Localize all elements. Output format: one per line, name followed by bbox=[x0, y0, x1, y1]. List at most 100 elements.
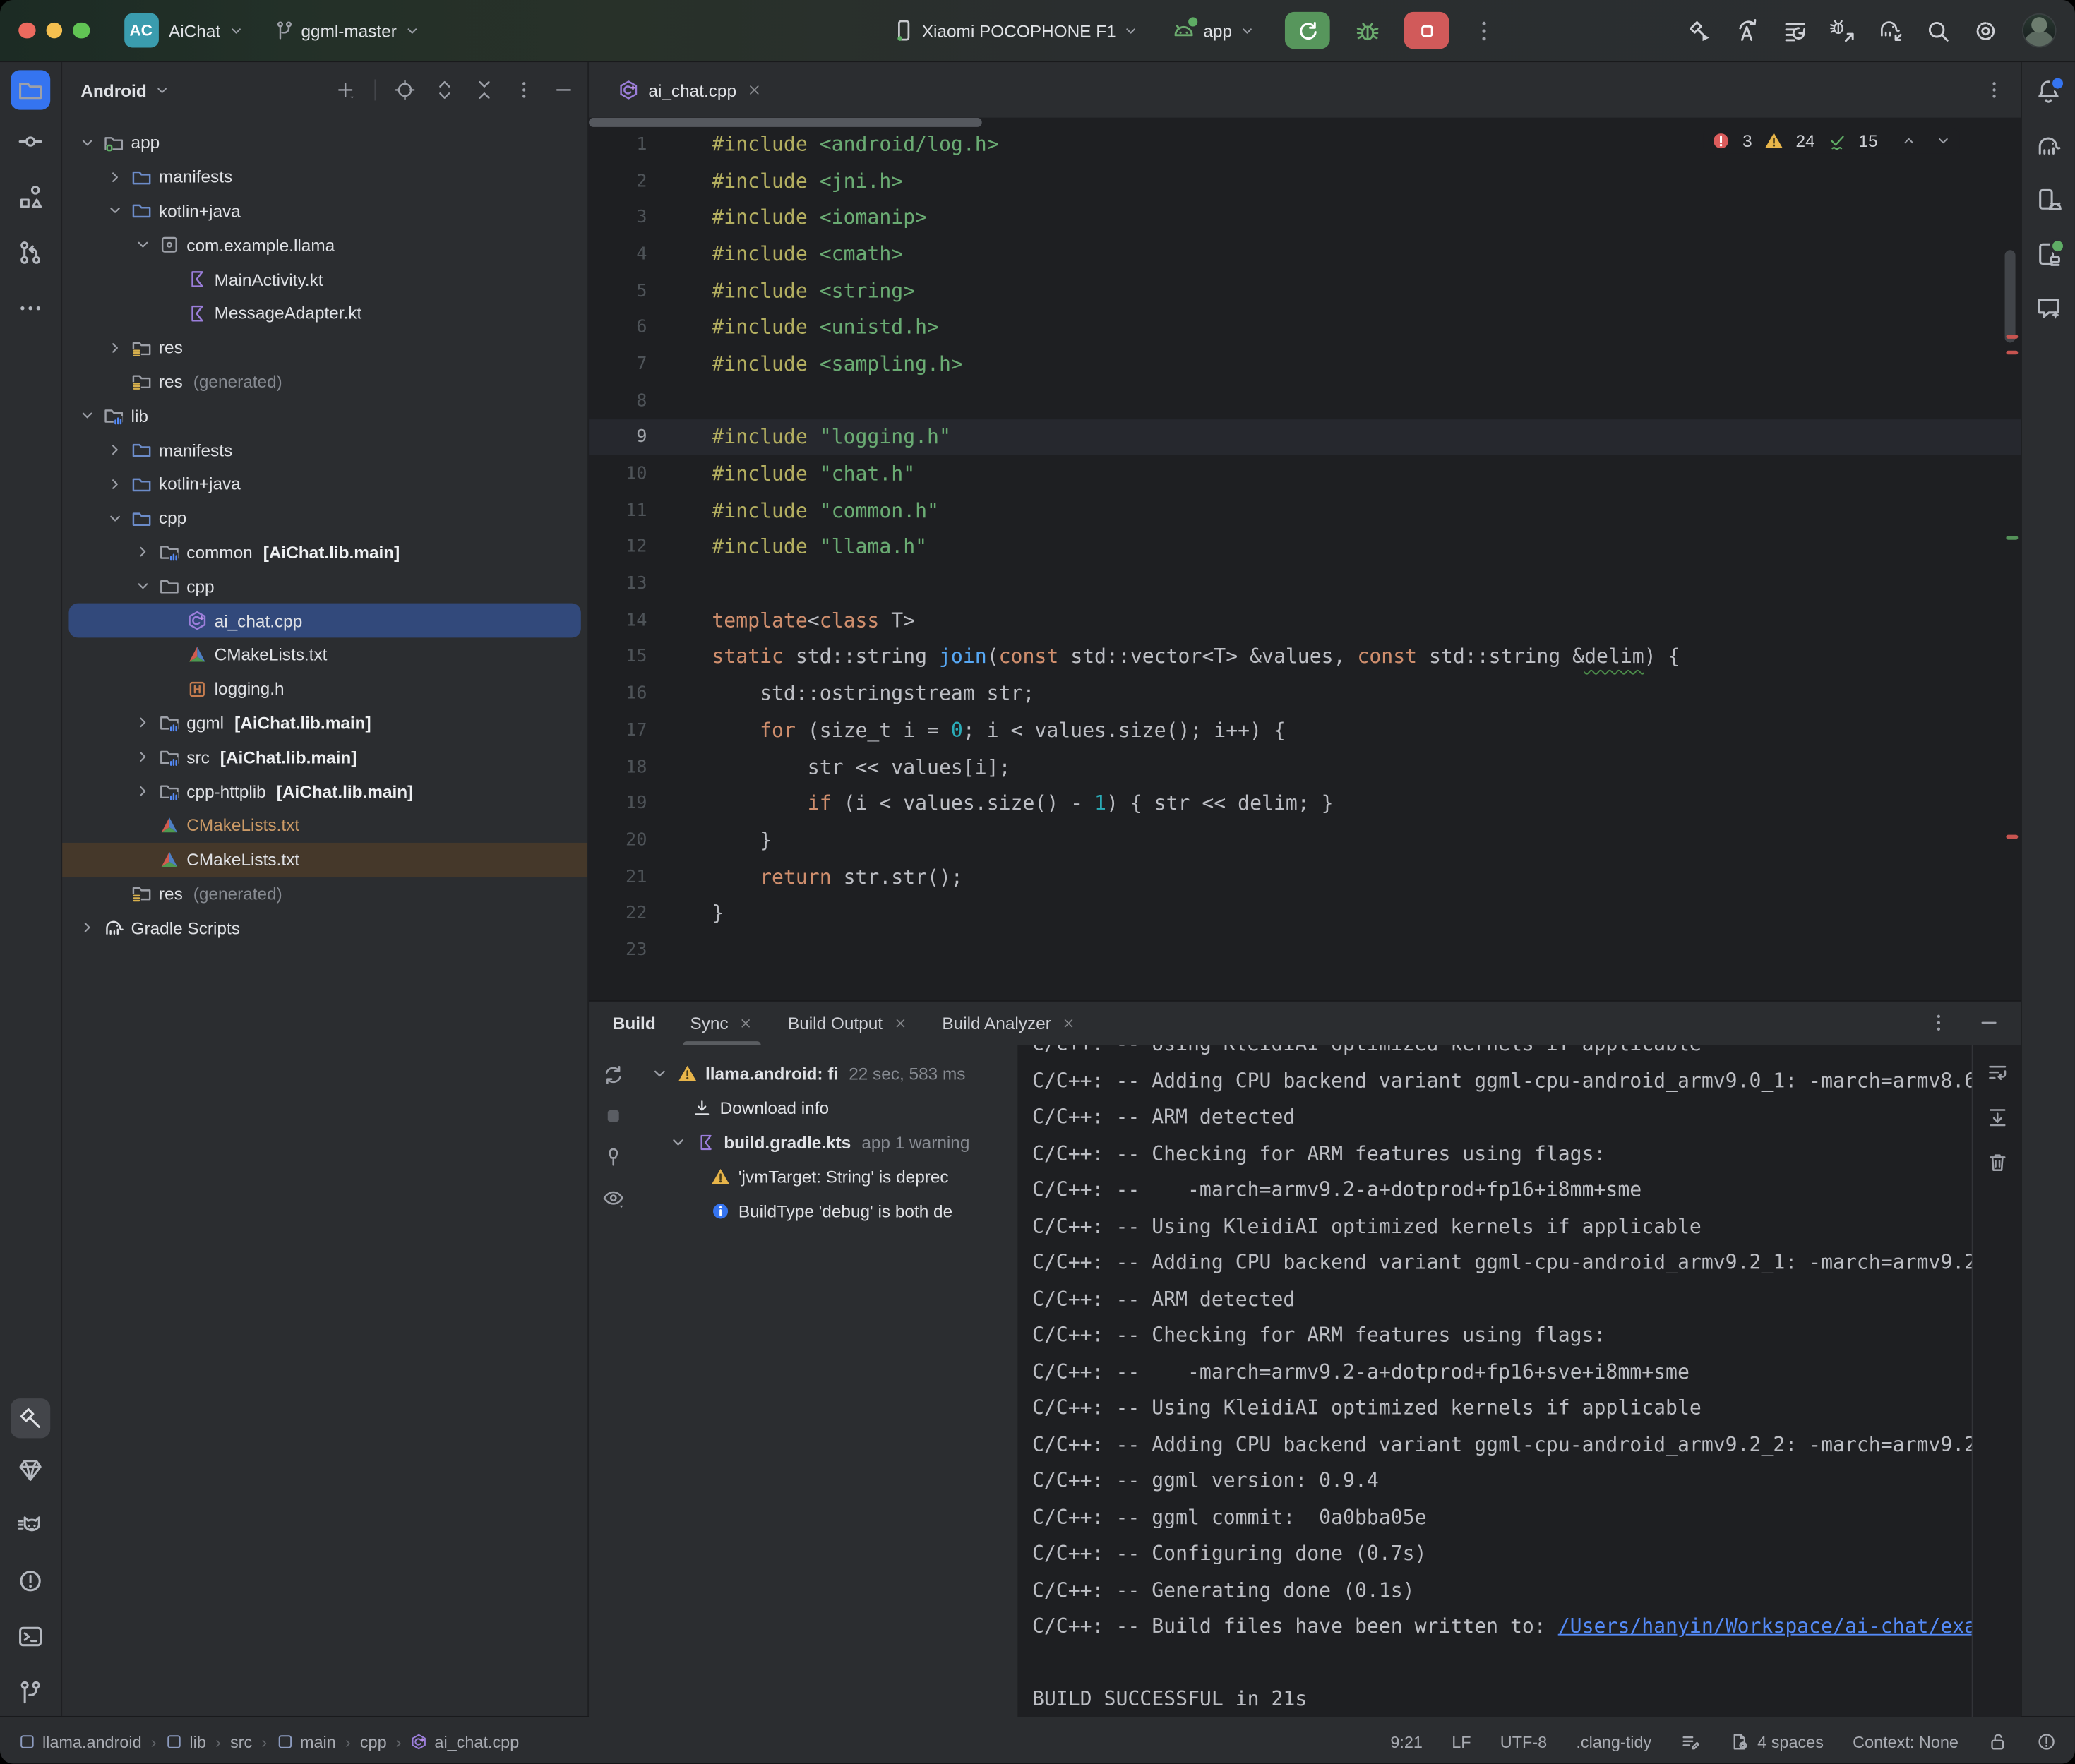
build-tree-row-download-info[interactable]: Download info bbox=[589, 1090, 1017, 1124]
inspections-widget[interactable]: 3 24 15 bbox=[1703, 128, 1960, 154]
build-filter-button[interactable] bbox=[602, 1187, 625, 1211]
tool-build-button[interactable] bbox=[11, 1398, 50, 1438]
tree-row-cmakelists-txt[interactable]: CMakeLists.txt bbox=[62, 842, 587, 876]
code-editor[interactable]: 1#include <android/log.h>2#include <jni.… bbox=[589, 118, 2021, 1000]
code-line-8[interactable]: 8 bbox=[589, 382, 2021, 419]
caret-position[interactable]: 9:21 bbox=[1390, 1732, 1423, 1751]
build-options-button[interactable] bbox=[1928, 1012, 1949, 1036]
tree-row-cpp[interactable]: cpp bbox=[62, 570, 587, 604]
previous-problem-button[interactable] bbox=[1900, 132, 1917, 149]
close-icon[interactable] bbox=[746, 82, 761, 97]
tree-row-ggml[interactable]: ggml[AiChat.lib.main] bbox=[62, 706, 587, 740]
new-file-button[interactable] bbox=[335, 78, 356, 102]
build-project-button[interactable] bbox=[1680, 12, 1717, 49]
background-tasks-indicator[interactable] bbox=[2037, 1732, 2057, 1751]
clang-tidy-status[interactable]: .clang-tidy bbox=[1576, 1732, 1651, 1751]
tool-terminal-button[interactable] bbox=[17, 1624, 43, 1650]
search-everywhere-button[interactable] bbox=[1919, 12, 1956, 49]
profiler-button[interactable] bbox=[1776, 12, 1812, 49]
tool-more-button[interactable] bbox=[17, 295, 43, 321]
tool-commit-button[interactable] bbox=[17, 128, 43, 155]
code-line-2[interactable]: 2#include <jni.h> bbox=[589, 162, 2021, 199]
more-run-options-button[interactable] bbox=[1465, 12, 1502, 49]
window-close-button[interactable] bbox=[18, 22, 35, 38]
build-tree-row-llama-android[interactable]: llama.android: fi 22 sec, 583 ms bbox=[589, 1056, 1017, 1091]
tree-row-res[interactable]: res(generated) bbox=[62, 365, 587, 399]
editor-tab-ai-chat-cpp[interactable]: ai_chat.cpp bbox=[605, 62, 775, 118]
code-line-10[interactable]: 10#include "chat.h" bbox=[589, 455, 2021, 492]
project-view-selector[interactable]: Android bbox=[80, 80, 170, 100]
error-stripe-mark[interactable] bbox=[2006, 335, 2018, 339]
tree-row-src[interactable]: src[AiChat.lib.main] bbox=[62, 740, 587, 774]
file-lock-toggle[interactable] bbox=[1987, 1732, 2007, 1751]
code-line-3[interactable]: 3#include <iomanip> bbox=[589, 199, 2021, 236]
tree-row-cmakelists-txt[interactable]: CMakeLists.txt bbox=[62, 808, 587, 842]
project-selector[interactable]: AiChat bbox=[169, 20, 244, 40]
build-console[interactable]: C/C++: -- Using KleidiAI optimized kerne… bbox=[1019, 1045, 2021, 1717]
code-line-12[interactable]: 12#include "llama.h" bbox=[589, 529, 2021, 565]
editorconfig-button[interactable] bbox=[1680, 1732, 1700, 1751]
error-stripe-mark[interactable] bbox=[2006, 835, 2018, 839]
code-line-7[interactable]: 7#include <sampling.h> bbox=[589, 345, 2021, 382]
tree-row-kotlin-java[interactable]: kotlin+java bbox=[62, 467, 587, 501]
tree-row-manifests[interactable]: manifests bbox=[62, 433, 587, 467]
build-tree-row-jvmtarget-warning[interactable]: 'jvmTarget: String' is deprec bbox=[589, 1159, 1017, 1194]
close-icon[interactable] bbox=[893, 1016, 908, 1031]
code-line-22[interactable]: 22} bbox=[589, 895, 2021, 932]
code-line-9[interactable]: 9#include "logging.h" bbox=[589, 419, 2021, 455]
tool-problems-button[interactable] bbox=[17, 1568, 43, 1594]
gemini-chat-button[interactable] bbox=[2035, 295, 2062, 321]
breadcrumb-item[interactable]: ai_chat.cpp bbox=[411, 1732, 520, 1751]
window-zoom-button[interactable] bbox=[73, 22, 89, 38]
tree-row-gradle-scripts[interactable]: Gradle Scripts bbox=[62, 911, 587, 944]
tool-app-quality-insights-button[interactable] bbox=[17, 1457, 43, 1483]
debug-app-button[interactable] bbox=[1349, 12, 1385, 49]
build-pin-button[interactable] bbox=[602, 1146, 625, 1170]
tree-row-com-example-llama[interactable]: com.example.llama bbox=[62, 228, 587, 262]
running-devices-button[interactable] bbox=[2035, 241, 2062, 267]
code-line-16[interactable]: 16 std::ostringstream str; bbox=[589, 675, 2021, 712]
line-ending-selector[interactable]: LF bbox=[1452, 1732, 1471, 1751]
encoding-selector[interactable]: UTF-8 bbox=[1500, 1732, 1547, 1751]
breadcrumb-item[interactable]: llama.android bbox=[18, 1732, 141, 1751]
code-line-4[interactable]: 4#include <cmath> bbox=[589, 236, 2021, 272]
code-line-13[interactable]: 13 bbox=[589, 565, 2021, 602]
code-line-23[interactable]: 23 bbox=[589, 932, 2021, 968]
code-line-5[interactable]: 5#include <string> bbox=[589, 272, 2021, 309]
tree-row-cpp-httplib[interactable]: cpp-httplib[AiChat.lib.main] bbox=[62, 774, 587, 808]
settings-button[interactable] bbox=[1966, 12, 2003, 49]
window-minimize-button[interactable] bbox=[46, 22, 62, 38]
code-line-20[interactable]: 20 } bbox=[589, 822, 2021, 858]
device-manager-button[interactable] bbox=[2035, 186, 2062, 212]
tree-row-common[interactable]: common[AiChat.lib.main] bbox=[62, 535, 587, 569]
notifications-button[interactable] bbox=[2035, 78, 2062, 104]
tree-row-manifests[interactable]: manifests bbox=[62, 160, 587, 193]
editor-tab-options-button[interactable] bbox=[1984, 78, 2005, 102]
code-line-14[interactable]: 14template<class T> bbox=[589, 602, 2021, 639]
clear-console-button[interactable] bbox=[1985, 1151, 2008, 1175]
next-problem-button[interactable] bbox=[1935, 132, 1951, 149]
editor-horizontal-scrollbar[interactable] bbox=[589, 118, 982, 127]
tool-structure-button[interactable] bbox=[17, 184, 43, 210]
attach-debugger-button[interactable] bbox=[1824, 12, 1860, 49]
breadcrumb-item[interactable]: main bbox=[276, 1732, 336, 1751]
gradle-sync-button[interactable] bbox=[1871, 12, 1908, 49]
rerun-app-button[interactable] bbox=[1285, 12, 1330, 49]
tree-row-messageadapter-kt[interactable]: MessageAdapter.kt bbox=[62, 296, 587, 330]
build-output-path-link[interactable]: /Users/hanyin/Workspace/ai-chat/examples… bbox=[1558, 1614, 2021, 1638]
hide-project-panel-button[interactable] bbox=[553, 78, 574, 102]
code-line-15[interactable]: 15static std::string join(const std::vec… bbox=[589, 639, 2021, 676]
expand-all-button[interactable] bbox=[434, 78, 455, 102]
error-stripe-mark[interactable] bbox=[2006, 351, 2018, 355]
tool-pull-requests-button[interactable] bbox=[17, 239, 43, 265]
tree-row-mainactivity-kt[interactable]: MainActivity.kt bbox=[62, 262, 587, 296]
tree-row-lib[interactable]: lib bbox=[62, 399, 587, 433]
tree-row-cmakelists-txt[interactable]: CMakeLists.txt bbox=[62, 637, 587, 671]
close-icon[interactable] bbox=[1062, 1016, 1077, 1031]
build-tree-row-build-gradle-kts[interactable]: build.gradle.kts app 1 warning bbox=[589, 1124, 1017, 1159]
gradle-panel-button[interactable] bbox=[2035, 132, 2062, 158]
code-line-6[interactable]: 6#include <unistd.h> bbox=[589, 309, 2021, 346]
editor-vertical-scrollbar[interactable] bbox=[2005, 250, 2016, 342]
code-line-21[interactable]: 21 return str.str(); bbox=[589, 858, 2021, 895]
code-line-18[interactable]: 18 str << values[i]; bbox=[589, 748, 2021, 785]
